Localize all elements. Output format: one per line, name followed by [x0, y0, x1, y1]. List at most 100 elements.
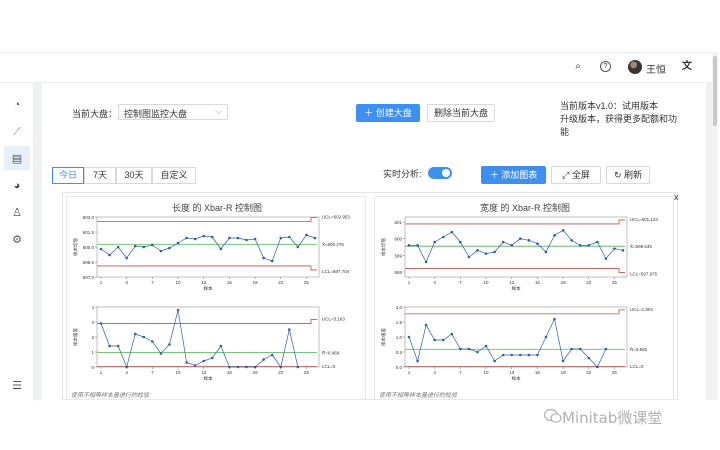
x-tick-label: 13	[201, 280, 207, 285]
x-tick-label: 4	[433, 280, 436, 285]
fullscreen-label: 全屏	[571, 170, 590, 180]
data-point	[262, 256, 265, 260]
delete-board-button[interactable]: 删除当前大盘	[427, 104, 495, 122]
x-tick-label: 25	[612, 370, 618, 375]
add-chart-button[interactable]: ＋ 添加图表	[481, 166, 546, 184]
range-7d[interactable]: 7天	[84, 167, 116, 184]
y-tick-label: 4	[91, 305, 94, 310]
ucl-label: UCL=601.123	[630, 217, 658, 222]
help-icon[interactable]: ?	[600, 61, 611, 72]
data-point	[262, 358, 265, 361]
chart-card-width[interactable]: 宽度 的 Xbar-R 控制图 601 600 599 598 1 4 7 10 13 16 19 2…	[374, 196, 674, 400]
x-tick-label: 16	[227, 280, 233, 285]
center-label: R̄=0.592	[630, 347, 648, 353]
y-tick-label: 597.0	[83, 275, 95, 280]
y-tick-label: 600	[394, 237, 402, 242]
data-point	[407, 335, 411, 339]
avatar[interactable]	[628, 60, 642, 74]
data-point	[193, 364, 197, 367]
scrollbar-thumb[interactable]	[713, 56, 717, 126]
data-point	[433, 338, 436, 342]
data-point	[459, 240, 462, 244]
data-point	[185, 236, 188, 240]
data-point	[313, 236, 317, 240]
data-point	[476, 350, 479, 354]
data-point	[99, 247, 103, 251]
y-tick-label: 0.5	[396, 350, 403, 355]
plot-frame-0	[96, 216, 320, 278]
create-board-button[interactable]: ＋ 创建大盘	[356, 104, 420, 122]
plot-frame-1	[96, 306, 320, 368]
x-tick-label: 10	[176, 370, 182, 375]
version-text: 当前版本v1.0：试用版本	[560, 101, 659, 111]
translate-icon[interactable]: 文	[681, 61, 693, 73]
user-icon[interactable]: ♙	[10, 206, 24, 220]
username[interactable]: 王恒	[646, 61, 666, 76]
watermark-text: Minitab微课堂	[562, 409, 663, 427]
x-tick-label: 16	[535, 370, 541, 375]
center-label: X̄=599.549	[630, 244, 652, 250]
trend-icon[interactable]: ⟋	[10, 125, 24, 139]
data-point	[279, 365, 283, 369]
x-tick-label: 10	[176, 280, 182, 285]
x-tick-label: 16	[227, 370, 233, 375]
y-tick-label: 598	[394, 270, 402, 275]
x-axis-label: 样本	[512, 375, 521, 382]
data-point	[228, 365, 231, 369]
ucl-label: UCL=1.904	[630, 307, 653, 312]
realtime-toggle[interactable]	[428, 167, 452, 179]
x-tick-label: 13	[509, 370, 515, 375]
pie-icon[interactable]: ◕	[10, 179, 24, 193]
data-point	[108, 253, 111, 257]
data-point	[253, 365, 257, 369]
data-point	[142, 245, 146, 249]
chart-card-length[interactable]: 长度 的 Xbar-R 控制图 603.0 601.5 600.0 598.5 597.…	[66, 196, 366, 400]
data-point	[441, 235, 445, 239]
plot-frame-3	[404, 306, 628, 368]
plus-icon: ＋	[364, 108, 376, 118]
board-select[interactable]: 控制图监控大盘 ⌵	[118, 104, 228, 120]
settings-icon[interactable]: ⚙	[10, 233, 24, 247]
x-axis-label: 样本	[204, 375, 213, 382]
data-point	[288, 328, 291, 331]
x-tick-label: 10	[484, 370, 490, 375]
collapse-menu-icon[interactable]: ☰	[10, 379, 24, 393]
data-point	[467, 347, 471, 351]
lcl-label: LCL=0	[322, 364, 336, 369]
data-point	[270, 353, 274, 357]
range-30d[interactable]: 30天	[116, 167, 152, 184]
version-info: 当前版本v1.0：试用版本 升级版本，获得更多配额和功能	[560, 100, 680, 139]
data-point	[578, 347, 582, 351]
delete-board-label: 删除当前大盘	[433, 108, 488, 118]
fullscreen-button[interactable]: ⤢ 全屏	[551, 166, 601, 184]
data-point	[133, 244, 137, 248]
footnote-length: 使用不相等样本量进行的检验	[71, 393, 150, 399]
table-icon[interactable]: ▤	[10, 152, 24, 166]
x-tick-label: 25	[304, 280, 310, 285]
realtime-label: 实时分析:	[383, 169, 422, 179]
range-custom[interactable]: 自定义	[152, 167, 196, 184]
x-tick-label: 22	[278, 370, 284, 375]
ucl-label: UCL=3.163	[322, 317, 345, 322]
y-tick-label: 601	[394, 220, 402, 225]
x-tick-label: 13	[201, 370, 207, 375]
y-axis-label: 样本极差	[72, 328, 79, 346]
data-point	[270, 259, 274, 263]
data-point	[288, 235, 291, 239]
range-today[interactable]: 今日	[52, 167, 84, 184]
data-point	[245, 365, 248, 369]
data-point	[108, 344, 111, 348]
data-point	[604, 257, 608, 260]
data-point	[305, 233, 308, 237]
board-label: 当前大盘：	[72, 109, 118, 119]
length-xbar-r-chart: 603.0601.5600.0598.5597.01 4 7 10 13 16 19 22 25…	[72, 214, 350, 382]
search-icon[interactable]: ⌕	[572, 61, 584, 73]
y-tick-label: 1	[91, 350, 94, 355]
data-point	[527, 239, 531, 242]
y-tick-label: 603.0	[83, 215, 95, 220]
refresh-button[interactable]: ↻ 刷新	[606, 166, 650, 184]
x-tick-label: 7	[151, 370, 154, 375]
data-point	[536, 353, 539, 357]
data-point	[193, 237, 197, 241]
dashboard-icon[interactable]: ◔	[10, 98, 24, 112]
